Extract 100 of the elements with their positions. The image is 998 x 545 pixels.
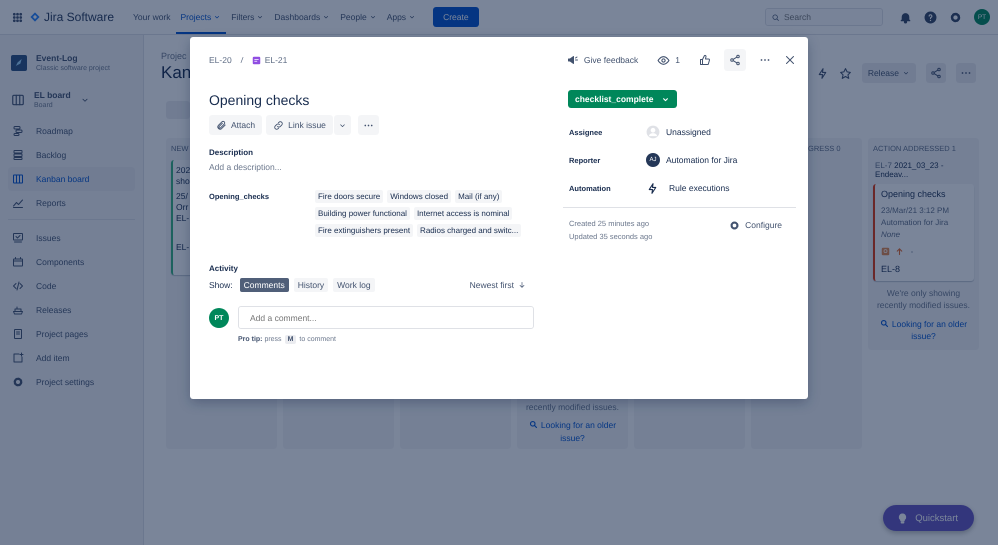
sidebar-item[interactable]: Add item [8,346,135,370]
settings-icon [12,376,24,388]
card-text: EL- [176,213,190,224]
activity-heading: Activity [209,264,239,273]
diamond-icon [30,12,40,22]
status-dropdown[interactable]: checklist_complete [568,90,678,108]
nav-menu-item[interactable]: People [335,0,382,34]
create-button[interactable]: Create [433,7,479,27]
components-icon [12,256,24,268]
search-field[interactable]: Search [765,8,883,26]
paperclip-icon [216,120,227,130]
card-text: EL- [176,242,190,254]
star-icon[interactable] [838,66,852,80]
checklist-item: Internet access is nominal [414,207,512,220]
nav-menu-item[interactable]: Projects [176,0,226,34]
settings-icon [949,10,962,24]
nav-menu-item[interactable]: Your work [128,0,176,34]
arrow-up-icon [895,247,904,256]
field-value[interactable]: Automation for Jira [666,155,738,165]
link-issue-button[interactable]: Link issue [266,115,333,135]
watchers-button[interactable]: 1 [657,54,680,66]
card-text: 202 [176,165,190,176]
sort-order-button[interactable]: Newest first [470,280,526,290]
checklist-item: Fire extinguishers present [315,224,414,237]
issue-key-link[interactable]: EL-21 [264,55,288,65]
checklist-item: Radios charged and switc... [417,224,522,237]
issues-icon [12,232,24,244]
notifications-button[interactable] [899,10,912,24]
nav-menu-item[interactable]: Dashboards [269,0,336,34]
release-button[interactable]: Release [862,63,916,83]
releases-icon [12,304,24,316]
help-icon [924,10,937,24]
activity-filter-tab[interactable]: Comments [240,278,289,292]
older-issue-link[interactable]: Looking for an older issue? [873,318,974,342]
notice-text: We're only showing recently modified issues. [876,287,972,312]
configure-button[interactable]: Configure [729,217,782,233]
nav-menu-item[interactable]: Apps [382,0,422,34]
sidebar-item[interactable]: Components [8,250,135,274]
show-label: Show: [209,280,233,290]
lightbulb-icon [897,512,908,524]
breadcrumb: Projec [161,51,187,62]
lightning-icon [646,182,659,194]
share-button[interactable] [724,49,746,71]
bell-icon [899,10,912,24]
product-logo[interactable]: Jira Software [30,10,114,24]
project-avatar-icon [11,54,27,70]
card-text: Orr [176,202,188,214]
sidebar-item[interactable]: Project pages [8,322,135,346]
card-title: Opening checks [881,189,947,199]
card-key: EL-8 [881,264,968,274]
nav-menu-item[interactable]: Filters [226,0,270,34]
megaphone-icon [566,54,579,66]
search-icon [880,318,889,328]
give-feedback-button[interactable]: Give feedback [566,54,638,66]
comment-field[interactable]: Add a comment... [238,306,534,329]
sidebar-item[interactable]: Releases [8,298,135,322]
sidebar-item[interactable]: Backlog [8,143,135,167]
share-icon [729,54,741,66]
board-icon [12,173,24,185]
issue-type-icon [881,247,890,256]
sidebar-item[interactable]: Reports [8,191,135,215]
project-name: Event-Log [36,53,79,63]
thumbs-up-icon[interactable] [699,54,711,66]
share-button[interactable] [926,63,946,83]
board-icon [11,92,25,106]
quickstart-button[interactable]: Quickstart [883,505,974,531]
attach-button[interactable]: Attach [209,115,262,135]
parent-issue-link[interactable]: EL-20 [209,55,232,65]
sidebar-item[interactable]: Kanban board [8,167,135,191]
checklist-item: Fire doors secure [315,190,384,203]
code-icon [12,280,24,292]
apps-grid-icon[interactable] [12,12,23,22]
card-reporter: Automation for Jira [881,217,950,229]
close-icon[interactable] [784,54,796,66]
sidebar-item[interactable]: Issues [8,226,135,250]
issue-title: Opening checks [209,91,310,110]
sidebar-item[interactable]: Project settings [8,370,135,394]
help-button[interactable] [924,10,937,24]
description-placeholder[interactable]: Add a description... [209,162,534,172]
dot-icon [909,248,915,254]
notice-text: recently modified issues. [524,401,620,414]
field-value[interactable]: Unassigned [666,127,711,137]
older-issue-link[interactable]: Looking for an older issue? [522,419,623,444]
settings-icon [729,220,740,230]
field-value[interactable]: Rule executions [669,183,730,193]
activity-filter-tab[interactable]: History [294,278,328,292]
person-icon [646,125,660,139]
slash-icon [238,56,246,64]
checklist-item: Windows closed [387,190,452,203]
settings-button[interactable] [949,10,962,24]
lightning-icon[interactable] [816,66,829,80]
sidebar-item[interactable]: Code [8,274,135,298]
card-text: sho [176,176,190,188]
more-button[interactable] [956,63,976,83]
activity-filter-tab[interactable]: Work log [333,278,375,292]
story-icon [252,56,261,64]
card-text: 25/ [176,191,188,202]
caret-icon [902,69,910,77]
sidebar-item[interactable]: Roadmap [8,119,135,143]
share-icon [930,67,942,79]
